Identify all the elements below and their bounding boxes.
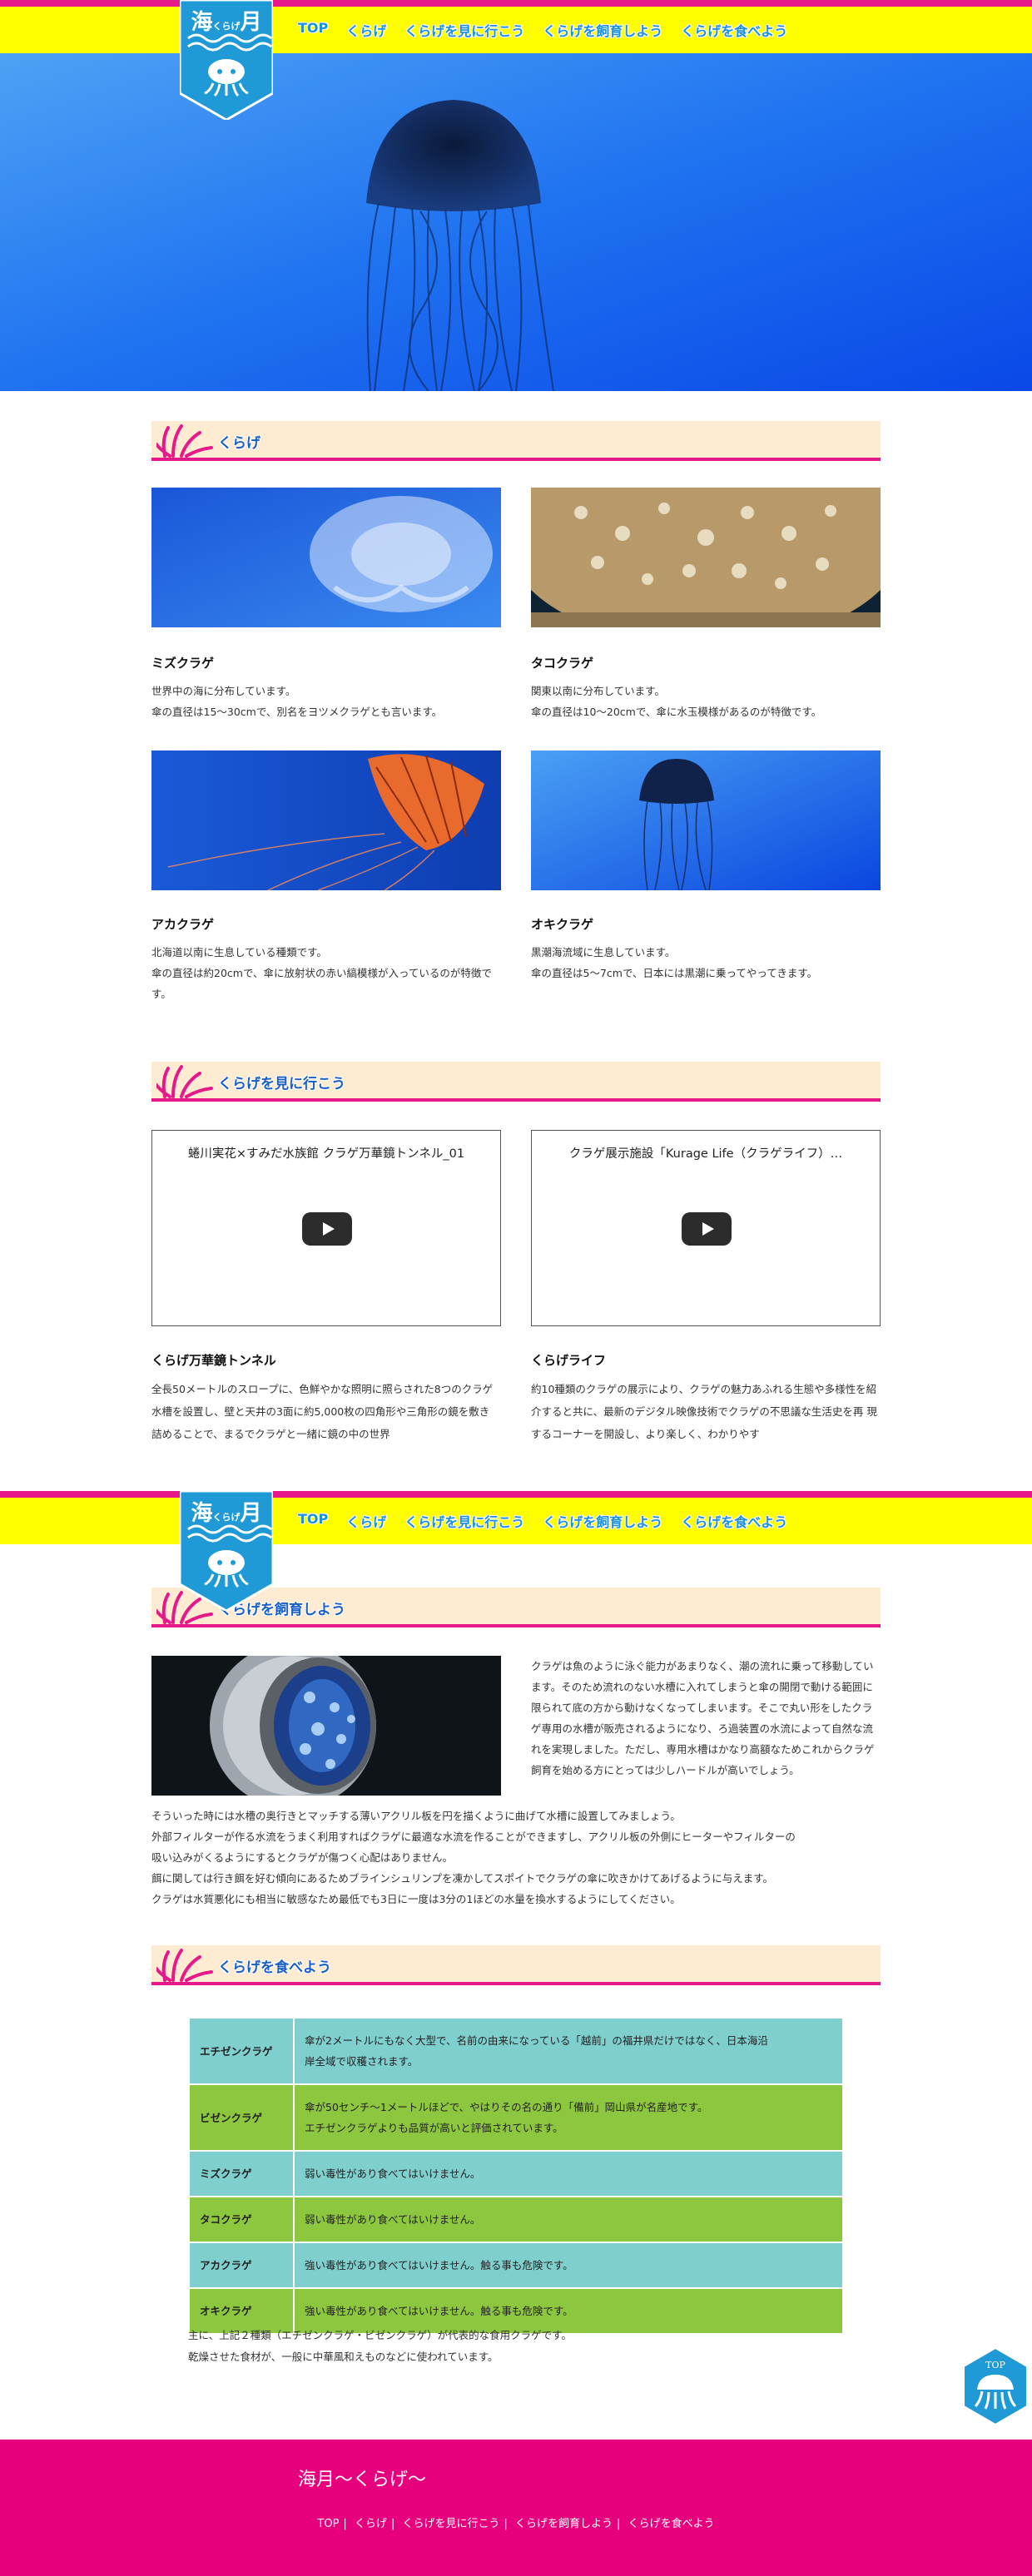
eat-notes: 主に、上記２種類（エチゼンクラゲ・ビゼンクラゲ）が代表的な食用クラゲです。 乾燥… [188,2329,572,2363]
table-row: アカクラゲ 強い毒性があり食べてはいけません。触る事も危険です。 [188,2242,844,2289]
table-row: ビゼンクラゲ 傘が50センチ～1メートルほどで、やはりその名の通り「備前」岡山県… [188,2083,844,2152]
footer-link-breed[interactable]: くらげを飼育しよう [511,2518,617,2530]
hero-image [0,53,1032,391]
nav-visit[interactable]: くらげを見に行こう [404,20,524,40]
breed-tank-image [151,1656,501,1796]
svg-text:TOP: TOP [985,2360,1005,2370]
seaweed-icon [156,1065,213,1098]
video-embed-title[interactable]: 蜷川実花×すみだ水族館 クラゲ万華鏡トンネル_01 [169,1144,484,1162]
card-title-okikurage: オキクラゲ [531,917,594,932]
back-to-top-button[interactable]: TOP [962,2346,1029,2426]
seaweed-icon [156,1949,213,1982]
card-title-akakurage: アカクラゲ [151,917,215,932]
footer: 海月～くらげ～ TOP | くらげ | くらげを見に行こう | くらげを飼育しよう | … [0,2440,1032,2576]
nav-kurage[interactable]: くらげ [346,1511,386,1531]
table-row: タコクラゲ 弱い毒性があり食べてはいけません。 [188,2196,844,2243]
jellyfish-top-icon: TOP [963,2346,1028,2426]
video-embed-title[interactable]: クラゲ展示施設「Kurage Life（クラゲライフ）… [548,1144,863,1162]
video-embed-tunnel[interactable]: 蜷川実花×すみだ水族館 クラゲ万華鏡トンネル_01 [151,1130,501,1326]
card-title-mizukurage: ミズクラゲ [151,656,215,671]
footer-link-eat[interactable]: くらげを食べよう [624,2518,719,2530]
card-image-takokurage [531,488,881,627]
card-text-okikurage: 黒潮海流域に生息しています。 傘の直径は5～7cmで、日本には黒潮に乗ってやってき… [531,946,818,979]
section-heading-eat: くらげを食べよう [151,1945,881,1985]
footer-nav: TOP | くらげ | くらげを見に行こう | くらげを飼育しよう | くらげを食べよう [0,2514,1032,2530]
breed-intro-text: クラゲは魚のように泳ぐ能力があまりなく、潮の流れに乗って移動しています。そのため… [531,1660,875,1776]
nav-top[interactable]: TOP [298,20,328,40]
nav-kurage[interactable]: くらげ [346,20,386,40]
card-title-takokurage: タコクラゲ [531,656,594,671]
card-text-akakurage: 北海道以南に生息している種類です。 傘の直径は約20cmで、傘に放射状の赤い縞模様… [151,946,492,1000]
section-heading-kurage: くらげ [151,421,881,461]
logo-text: 海くらげ月 [191,10,262,35]
card-image-mizukurage [151,488,501,627]
video-text-tunnel: 全長50メートルのスロープに、色鮮やかな照明に照らされた8つのクラゲ水槽を設置し… [151,1383,494,1440]
footer-link-kurage[interactable]: くらげ [350,2518,391,2530]
header-bar: TOP くらげ くらげを見に行こう くらげを飼育しよう くらげを食べよう [0,0,1032,53]
table-row: ミズクラゲ 弱い毒性があり食べてはいけません。 [188,2150,844,2197]
section-heading-visit: くらげを見に行こう [151,1062,881,1102]
video-title-tunnel: くらげ万華鏡トンネル [151,1353,276,1368]
main-nav: TOP くらげ くらげを見に行こう くらげを飼育しよう くらげを食べよう [298,20,787,40]
header-bar-sticky: TOP くらげ くらげを見に行こう くらげを飼育しよう くらげを食べよう [0,1491,1032,1544]
site-logo[interactable]: 海くらげ月 [178,0,275,121]
play-icon[interactable] [682,1212,732,1246]
site-logo-sticky[interactable]: 海くらげ月 [178,1489,275,1612]
nav-top[interactable]: TOP [298,1511,328,1531]
play-icon[interactable] [302,1212,352,1246]
breed-detail-text: そういった時には水槽の奥行きとマッチする薄いアクリル板を円を描くように曲げて水槽… [151,1810,796,1905]
video-title-kurage-life: くらげライフ [531,1353,607,1368]
footer-title: 海月～くらげ～ [298,2469,427,2490]
nav-visit[interactable]: くらげを見に行こう [404,1511,524,1531]
edible-jellyfish-table: エチゼンクラゲ 傘が2メートルにもなく大型で、名前の由来になっている「越前」の福… [188,2017,844,2335]
video-embed-kurage-life[interactable]: クラゲ展示施設「Kurage Life（クラゲライフ）… [531,1130,881,1326]
table-row: エチゼンクラゲ 傘が2メートルにもなく大型で、名前の由来になっている「越前」の福… [188,2017,844,2085]
card-text-takokurage: 関東以南に分布しています。 傘の直径は10～20cmで、傘に水玉模様があるのが特徴… [531,685,822,718]
nav-eat[interactable]: くらげを食べよう [681,20,787,40]
card-image-akakurage [151,751,501,890]
video-text-kurage-life: 約10種類のクラゲの展示により、クラゲの魅力あふれる生態や多様性を紹介すると共に… [531,1383,877,1440]
footer-link-top[interactable]: TOP [313,2518,343,2530]
footer-link-visit[interactable]: くらげを見に行こう [398,2518,504,2530]
card-text-mizukurage: 世界中の海に分布しています。 傘の直径は15～30cmで、別名をヨツメクラゲとも言… [151,685,443,718]
nav-breed[interactable]: くらげを飼育しよう [543,1511,662,1531]
nav-eat[interactable]: くらげを食べよう [681,1511,787,1531]
main-nav-sticky: TOP くらげ くらげを見に行こう くらげを飼育しよう くらげを食べよう [298,1511,787,1531]
seaweed-icon [156,424,213,458]
nav-breed[interactable]: くらげを飼育しよう [543,20,662,40]
card-image-okikurage [531,751,881,890]
logo-text: 海くらげ月 [191,1501,262,1526]
